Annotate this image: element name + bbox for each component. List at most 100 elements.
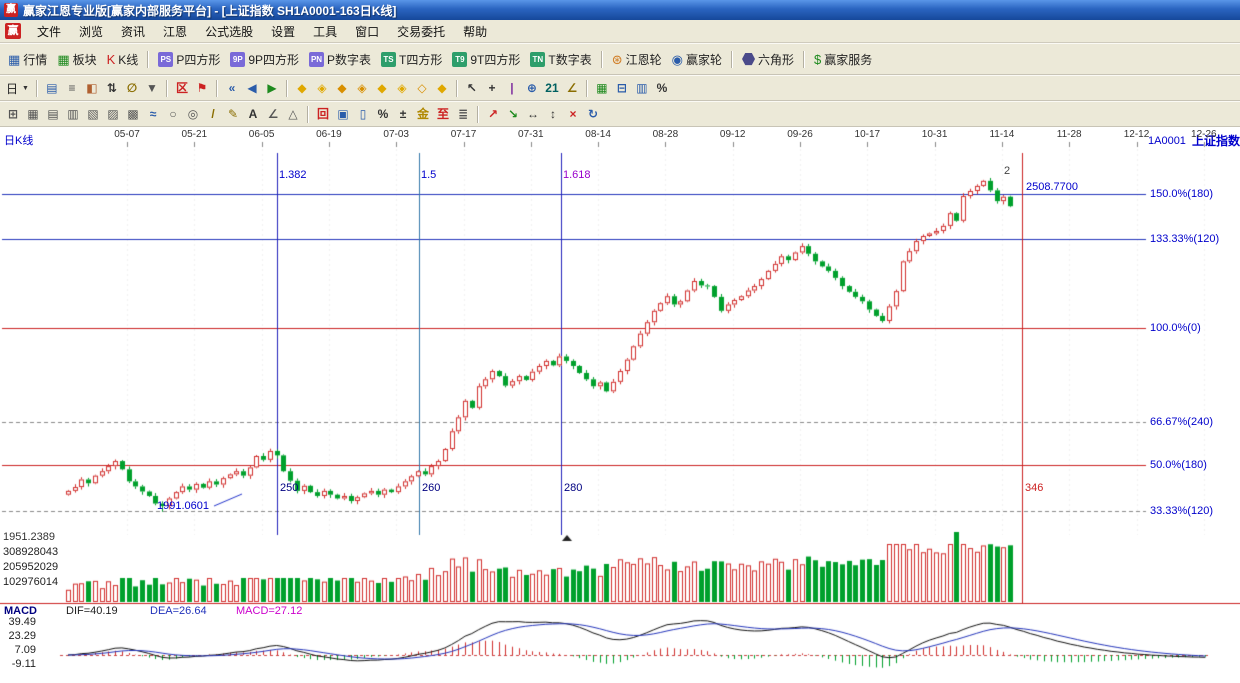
menu-help[interactable]: 帮助 (454, 20, 496, 43)
split-view-icon-glyph: ▯ (359, 107, 367, 121)
menu-gann[interactable]: 江恩 (154, 20, 196, 43)
rows-icon-glyph: ▤ (47, 107, 59, 121)
pointer-icon[interactable]: ↖ (462, 78, 482, 98)
menu-settings[interactable]: 设置 (262, 20, 304, 43)
refresh-icon[interactable]: ↻ (583, 104, 603, 124)
winner-service-button[interactable]: $ 赢家服务 (809, 47, 877, 71)
region-icon[interactable]: 区 (172, 78, 192, 98)
quotes-button[interactable]: ▦ 行情 (3, 47, 52, 71)
plusminus-icon[interactable]: ± (393, 104, 413, 124)
zhi-icon[interactable]: 至 (433, 104, 453, 124)
gann-diamond-2[interactable]: ◈ (312, 78, 332, 98)
gann-diamond-4[interactable]: ◈ (352, 78, 372, 98)
gann-diamond-3[interactable]: ◆ (332, 78, 352, 98)
sectors-button[interactable]: ▦ 板块 (52, 47, 101, 71)
text-tool-icon[interactable]: A (243, 104, 263, 124)
gold-icon[interactable]: 金 (413, 104, 433, 124)
region-icon-glyph: 区 (175, 81, 188, 95)
crosshair-icon[interactable]: + (482, 78, 502, 98)
gann-diamond-1[interactable]: ◆ (292, 78, 312, 98)
grid-tool-icon[interactable]: ⊞ (3, 104, 23, 124)
t-number-table-button[interactable]: TN T数字表 (525, 47, 596, 71)
dense-grid-icon[interactable]: ▦ (23, 104, 43, 124)
wave-tool-icon[interactable]: ≈ (143, 104, 163, 124)
play-icon[interactable]: ▶ (262, 78, 282, 98)
trend-up-icon[interactable]: ↗ (483, 104, 503, 124)
menubar: 赢 文件 浏览 资讯 江恩 公式选股 设置 工具 窗口 交易委托 帮助 (0, 20, 1240, 43)
empty-set-icon[interactable]: ∅ (122, 78, 142, 98)
angle-icon[interactable]: ∠ (562, 78, 582, 98)
shade-icon[interactable]: ▩ (123, 104, 143, 124)
percent-icon[interactable]: % (652, 78, 672, 98)
gann-diamond-6[interactable]: ◈ (392, 78, 412, 98)
rows-icon[interactable]: ▤ (43, 104, 63, 124)
period-day-dropdown[interactable]: 日 ▼ (3, 78, 32, 98)
t-number-table-button-label: T数字表 (548, 52, 592, 67)
gann-diamond-7[interactable]: ◇ (412, 78, 432, 98)
delete-tool-icon[interactable]: × (563, 104, 583, 124)
green-panel-icon[interactable]: ▦ (592, 78, 612, 98)
kline-button[interactable]: K K线 (102, 47, 144, 71)
menu-file[interactable]: 文件 (28, 20, 70, 43)
quotes-button-label: 行情 (23, 52, 48, 67)
hatch-icon[interactable]: ▨ (103, 104, 123, 124)
kline-chart-canvas[interactable] (0, 127, 1240, 683)
circle-tool-icon[interactable]: ○ (163, 104, 183, 124)
cascade-icon[interactable]: ⊟ (612, 78, 632, 98)
p-square-button[interactable]: PS P四方形 (153, 47, 225, 71)
expand-h-icon[interactable]: ↔ (523, 104, 543, 124)
expand-v-icon-glyph: ↕ (550, 107, 556, 121)
vertical-line-icon[interactable]: | (502, 78, 522, 98)
menu-formula-stock-pick[interactable]: 公式选股 (196, 20, 262, 43)
overlay-icon[interactable]: ▣ (333, 104, 353, 124)
pencil-tool-icon[interactable]: ✎ (223, 104, 243, 124)
prev-icon-glyph: ◀ (247, 81, 257, 95)
stats-panel-icon-glyph: ▥ (636, 81, 648, 95)
trend-down-icon-glyph: ↘ (507, 107, 519, 121)
hexagon-button[interactable]: 六角形 (737, 47, 799, 71)
toolbar-separator (731, 50, 734, 68)
trend-down-icon[interactable]: ↘ (503, 104, 523, 124)
angle-tool-icon[interactable]: ∠ (263, 104, 283, 124)
gann-wheel-button[interactable]: ⊛ 江恩轮 (607, 47, 667, 71)
toolbar-separator (165, 79, 168, 97)
flag-icon[interactable]: ⚑ (192, 78, 212, 98)
pointer-icon-glyph: ↖ (466, 81, 477, 95)
stats-panel-icon[interactable]: ▥ (632, 78, 652, 98)
menu-trade-order[interactable]: 交易委托 (388, 20, 454, 43)
percent-tool-icon[interactable]: % (373, 104, 393, 124)
triangle-tool-icon[interactable]: △ (283, 104, 303, 124)
board-view-icon[interactable]: ▤ (42, 78, 62, 98)
menu-news[interactable]: 资讯 (112, 20, 154, 43)
swap-vertical-icon[interactable]: ⇅ (102, 78, 122, 98)
zoom-icon[interactable]: ⊕ (522, 78, 542, 98)
expand-v-icon[interactable]: ↕ (543, 104, 563, 124)
9t-square-button[interactable]: T9 9T四方形 (447, 47, 525, 71)
first-page-icon[interactable]: « (222, 78, 242, 98)
dropdown-arrow-icon[interactable]: ▼ (142, 78, 162, 98)
diag-grid-icon[interactable]: ▧ (83, 104, 103, 124)
gann-diamond-5[interactable]: ◆ (372, 78, 392, 98)
line-tool-icon[interactable]: / (203, 104, 223, 124)
menu-window[interactable]: 窗口 (346, 20, 388, 43)
menu-tools[interactable]: 工具 (304, 20, 346, 43)
winner-wheel-button[interactable]: ◉ 赢家轮 (667, 47, 727, 71)
columns-icon[interactable]: ▥ (63, 104, 83, 124)
text-tool-icon-glyph: A (248, 107, 258, 121)
9p-square-button[interactable]: 9P 9P四方形 (225, 47, 304, 71)
t-square-button[interactable]: TS T四方形 (376, 47, 447, 71)
list-view-icon[interactable]: ≡ (62, 78, 82, 98)
layers-icon[interactable]: ≣ (453, 104, 473, 124)
target-tool-icon[interactable]: ◎ (183, 104, 203, 124)
calendar-21-icon[interactable]: 21 (542, 78, 562, 98)
titlebar[interactable]: 赢 赢家江恩专业版[赢家内部服务平台] - [上证指数 SH1A0001-163… (0, 0, 1240, 20)
prev-icon[interactable]: ◀ (242, 78, 262, 98)
chart-area[interactable]: 日K线 1A0001 上证指数 1951.2389 1991.0601 2508… (0, 127, 1240, 683)
p-number-table-button[interactable]: PN P数字表 (304, 47, 376, 71)
frame-icon[interactable]: 回 (313, 104, 333, 124)
menu-browse[interactable]: 浏览 (70, 20, 112, 43)
split-view-icon[interactable]: ▯ (353, 104, 373, 124)
gann-diamond-8[interactable]: ◆ (432, 78, 452, 98)
vertical-line-icon-glyph: | (510, 81, 514, 95)
kline-style-icon[interactable]: ◧ (82, 78, 102, 98)
